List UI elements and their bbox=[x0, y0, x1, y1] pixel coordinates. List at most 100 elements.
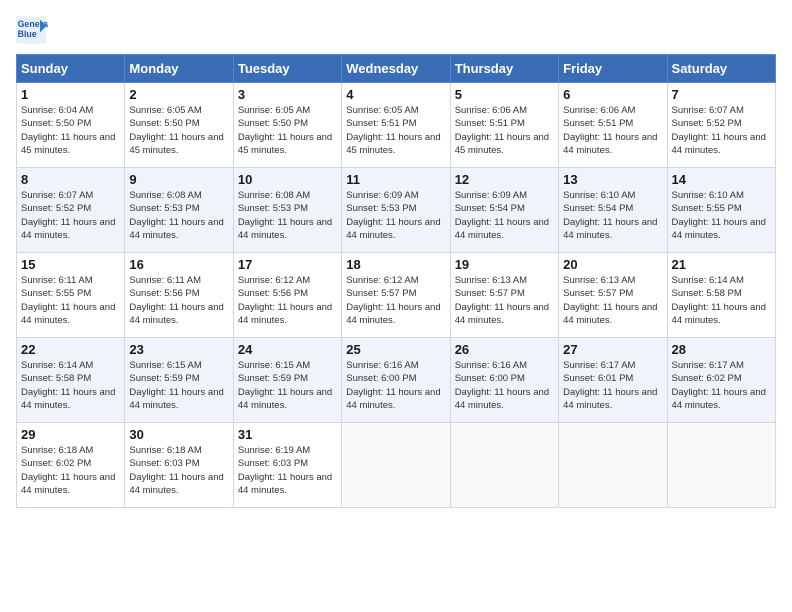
day-info: Sunrise: 6:17 AM Sunset: 6:02 PM Dayligh… bbox=[672, 359, 771, 412]
weekday-header-saturday: Saturday bbox=[667, 55, 775, 83]
calendar-cell: 26 Sunrise: 6:16 AM Sunset: 6:00 PM Dayl… bbox=[450, 338, 558, 423]
day-number: 24 bbox=[238, 342, 337, 357]
day-info: Sunrise: 6:15 AM Sunset: 5:59 PM Dayligh… bbox=[238, 359, 337, 412]
day-info: Sunrise: 6:19 AM Sunset: 6:03 PM Dayligh… bbox=[238, 444, 337, 497]
day-number: 21 bbox=[672, 257, 771, 272]
day-info: Sunrise: 6:11 AM Sunset: 5:56 PM Dayligh… bbox=[129, 274, 228, 327]
day-number: 16 bbox=[129, 257, 228, 272]
day-info: Sunrise: 6:07 AM Sunset: 5:52 PM Dayligh… bbox=[21, 189, 120, 242]
calendar-cell: 30 Sunrise: 6:18 AM Sunset: 6:03 PM Dayl… bbox=[125, 423, 233, 508]
day-number: 13 bbox=[563, 172, 662, 187]
day-info: Sunrise: 6:08 AM Sunset: 5:53 PM Dayligh… bbox=[238, 189, 337, 242]
day-number: 12 bbox=[455, 172, 554, 187]
svg-text:Blue: Blue bbox=[18, 29, 37, 39]
day-number: 5 bbox=[455, 87, 554, 102]
day-info: Sunrise: 6:13 AM Sunset: 5:57 PM Dayligh… bbox=[455, 274, 554, 327]
calendar-cell bbox=[667, 423, 775, 508]
calendar-cell: 1 Sunrise: 6:04 AM Sunset: 5:50 PM Dayli… bbox=[17, 83, 125, 168]
calendar-cell: 17 Sunrise: 6:12 AM Sunset: 5:56 PM Dayl… bbox=[233, 253, 341, 338]
calendar-cell: 15 Sunrise: 6:11 AM Sunset: 5:55 PM Dayl… bbox=[17, 253, 125, 338]
calendar-cell bbox=[342, 423, 450, 508]
day-number: 22 bbox=[21, 342, 120, 357]
calendar-cell: 4 Sunrise: 6:05 AM Sunset: 5:51 PM Dayli… bbox=[342, 83, 450, 168]
weekday-header-wednesday: Wednesday bbox=[342, 55, 450, 83]
day-number: 19 bbox=[455, 257, 554, 272]
day-info: Sunrise: 6:04 AM Sunset: 5:50 PM Dayligh… bbox=[21, 104, 120, 157]
day-info: Sunrise: 6:05 AM Sunset: 5:50 PM Dayligh… bbox=[129, 104, 228, 157]
day-number: 9 bbox=[129, 172, 228, 187]
day-info: Sunrise: 6:05 AM Sunset: 5:51 PM Dayligh… bbox=[346, 104, 445, 157]
day-number: 18 bbox=[346, 257, 445, 272]
day-info: Sunrise: 6:14 AM Sunset: 5:58 PM Dayligh… bbox=[21, 359, 120, 412]
day-info: Sunrise: 6:18 AM Sunset: 6:02 PM Dayligh… bbox=[21, 444, 120, 497]
calendar-cell: 13 Sunrise: 6:10 AM Sunset: 5:54 PM Dayl… bbox=[559, 168, 667, 253]
calendar-cell bbox=[450, 423, 558, 508]
weekday-header-monday: Monday bbox=[125, 55, 233, 83]
calendar-cell: 31 Sunrise: 6:19 AM Sunset: 6:03 PM Dayl… bbox=[233, 423, 341, 508]
day-info: Sunrise: 6:17 AM Sunset: 6:01 PM Dayligh… bbox=[563, 359, 662, 412]
calendar-cell: 10 Sunrise: 6:08 AM Sunset: 5:53 PM Dayl… bbox=[233, 168, 341, 253]
calendar-cell: 6 Sunrise: 6:06 AM Sunset: 5:51 PM Dayli… bbox=[559, 83, 667, 168]
day-info: Sunrise: 6:06 AM Sunset: 5:51 PM Dayligh… bbox=[455, 104, 554, 157]
day-number: 4 bbox=[346, 87, 445, 102]
day-number: 31 bbox=[238, 427, 337, 442]
day-number: 26 bbox=[455, 342, 554, 357]
day-number: 30 bbox=[129, 427, 228, 442]
day-number: 1 bbox=[21, 87, 120, 102]
weekday-header-tuesday: Tuesday bbox=[233, 55, 341, 83]
day-number: 15 bbox=[21, 257, 120, 272]
day-info: Sunrise: 6:16 AM Sunset: 6:00 PM Dayligh… bbox=[455, 359, 554, 412]
calendar-cell bbox=[559, 423, 667, 508]
calendar-cell: 23 Sunrise: 6:15 AM Sunset: 5:59 PM Dayl… bbox=[125, 338, 233, 423]
logo: General Blue bbox=[16, 16, 48, 44]
day-number: 7 bbox=[672, 87, 771, 102]
day-info: Sunrise: 6:14 AM Sunset: 5:58 PM Dayligh… bbox=[672, 274, 771, 327]
day-number: 29 bbox=[21, 427, 120, 442]
day-info: Sunrise: 6:06 AM Sunset: 5:51 PM Dayligh… bbox=[563, 104, 662, 157]
calendar-cell: 24 Sunrise: 6:15 AM Sunset: 5:59 PM Dayl… bbox=[233, 338, 341, 423]
day-number: 20 bbox=[563, 257, 662, 272]
day-number: 23 bbox=[129, 342, 228, 357]
day-info: Sunrise: 6:11 AM Sunset: 5:55 PM Dayligh… bbox=[21, 274, 120, 327]
day-info: Sunrise: 6:18 AM Sunset: 6:03 PM Dayligh… bbox=[129, 444, 228, 497]
day-number: 17 bbox=[238, 257, 337, 272]
week-row-2: 8 Sunrise: 6:07 AM Sunset: 5:52 PM Dayli… bbox=[17, 168, 776, 253]
day-info: Sunrise: 6:15 AM Sunset: 5:59 PM Dayligh… bbox=[129, 359, 228, 412]
week-row-5: 29 Sunrise: 6:18 AM Sunset: 6:02 PM Dayl… bbox=[17, 423, 776, 508]
calendar-cell: 21 Sunrise: 6:14 AM Sunset: 5:58 PM Dayl… bbox=[667, 253, 775, 338]
calendar-cell: 29 Sunrise: 6:18 AM Sunset: 6:02 PM Dayl… bbox=[17, 423, 125, 508]
day-info: Sunrise: 6:12 AM Sunset: 5:57 PM Dayligh… bbox=[346, 274, 445, 327]
calendar-cell: 11 Sunrise: 6:09 AM Sunset: 5:53 PM Dayl… bbox=[342, 168, 450, 253]
day-number: 25 bbox=[346, 342, 445, 357]
day-info: Sunrise: 6:08 AM Sunset: 5:53 PM Dayligh… bbox=[129, 189, 228, 242]
calendar-cell: 19 Sunrise: 6:13 AM Sunset: 5:57 PM Dayl… bbox=[450, 253, 558, 338]
calendar-cell: 22 Sunrise: 6:14 AM Sunset: 5:58 PM Dayl… bbox=[17, 338, 125, 423]
day-number: 8 bbox=[21, 172, 120, 187]
calendar-cell: 18 Sunrise: 6:12 AM Sunset: 5:57 PM Dayl… bbox=[342, 253, 450, 338]
calendar-table: SundayMondayTuesdayWednesdayThursdayFrid… bbox=[16, 54, 776, 508]
week-row-1: 1 Sunrise: 6:04 AM Sunset: 5:50 PM Dayli… bbox=[17, 83, 776, 168]
day-number: 10 bbox=[238, 172, 337, 187]
calendar-cell: 25 Sunrise: 6:16 AM Sunset: 6:00 PM Dayl… bbox=[342, 338, 450, 423]
day-number: 2 bbox=[129, 87, 228, 102]
weekday-header-thursday: Thursday bbox=[450, 55, 558, 83]
weekday-header-sunday: Sunday bbox=[17, 55, 125, 83]
calendar-cell: 27 Sunrise: 6:17 AM Sunset: 6:01 PM Dayl… bbox=[559, 338, 667, 423]
day-info: Sunrise: 6:10 AM Sunset: 5:54 PM Dayligh… bbox=[563, 189, 662, 242]
day-number: 3 bbox=[238, 87, 337, 102]
day-info: Sunrise: 6:16 AM Sunset: 6:00 PM Dayligh… bbox=[346, 359, 445, 412]
day-info: Sunrise: 6:12 AM Sunset: 5:56 PM Dayligh… bbox=[238, 274, 337, 327]
day-number: 14 bbox=[672, 172, 771, 187]
day-info: Sunrise: 6:05 AM Sunset: 5:50 PM Dayligh… bbox=[238, 104, 337, 157]
day-number: 27 bbox=[563, 342, 662, 357]
calendar-cell: 20 Sunrise: 6:13 AM Sunset: 5:57 PM Dayl… bbox=[559, 253, 667, 338]
calendar-cell: 12 Sunrise: 6:09 AM Sunset: 5:54 PM Dayl… bbox=[450, 168, 558, 253]
calendar-cell: 3 Sunrise: 6:05 AM Sunset: 5:50 PM Dayli… bbox=[233, 83, 341, 168]
week-row-3: 15 Sunrise: 6:11 AM Sunset: 5:55 PM Dayl… bbox=[17, 253, 776, 338]
header: General Blue bbox=[16, 16, 776, 44]
day-info: Sunrise: 6:09 AM Sunset: 5:54 PM Dayligh… bbox=[455, 189, 554, 242]
calendar-cell: 14 Sunrise: 6:10 AM Sunset: 5:55 PM Dayl… bbox=[667, 168, 775, 253]
weekday-header-row: SundayMondayTuesdayWednesdayThursdayFrid… bbox=[17, 55, 776, 83]
day-info: Sunrise: 6:13 AM Sunset: 5:57 PM Dayligh… bbox=[563, 274, 662, 327]
weekday-header-friday: Friday bbox=[559, 55, 667, 83]
